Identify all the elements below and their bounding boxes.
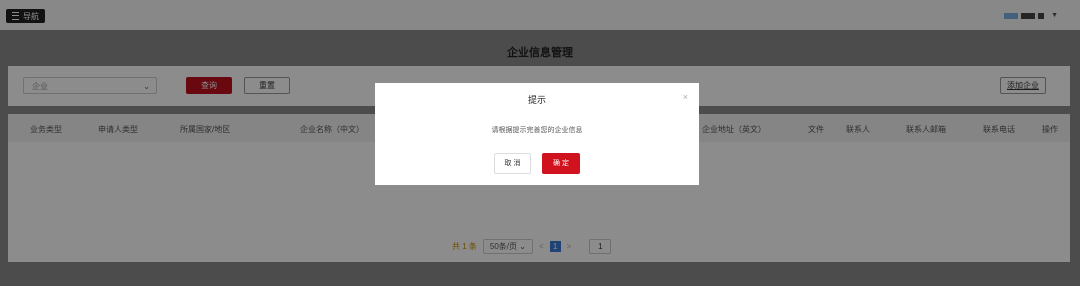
dialog-message: 请根据提示完善您的企业信息 bbox=[491, 127, 583, 134]
close-icon[interactable]: × bbox=[683, 92, 688, 102]
dialog-title: 提示 bbox=[527, 95, 546, 105]
cancel-button[interactable]: 取 消 bbox=[494, 153, 531, 174]
prompt-dialog: 提示 × 请根据提示完善您的企业信息 取 消 确 定 bbox=[375, 83, 699, 185]
confirm-button[interactable]: 确 定 bbox=[542, 153, 580, 174]
